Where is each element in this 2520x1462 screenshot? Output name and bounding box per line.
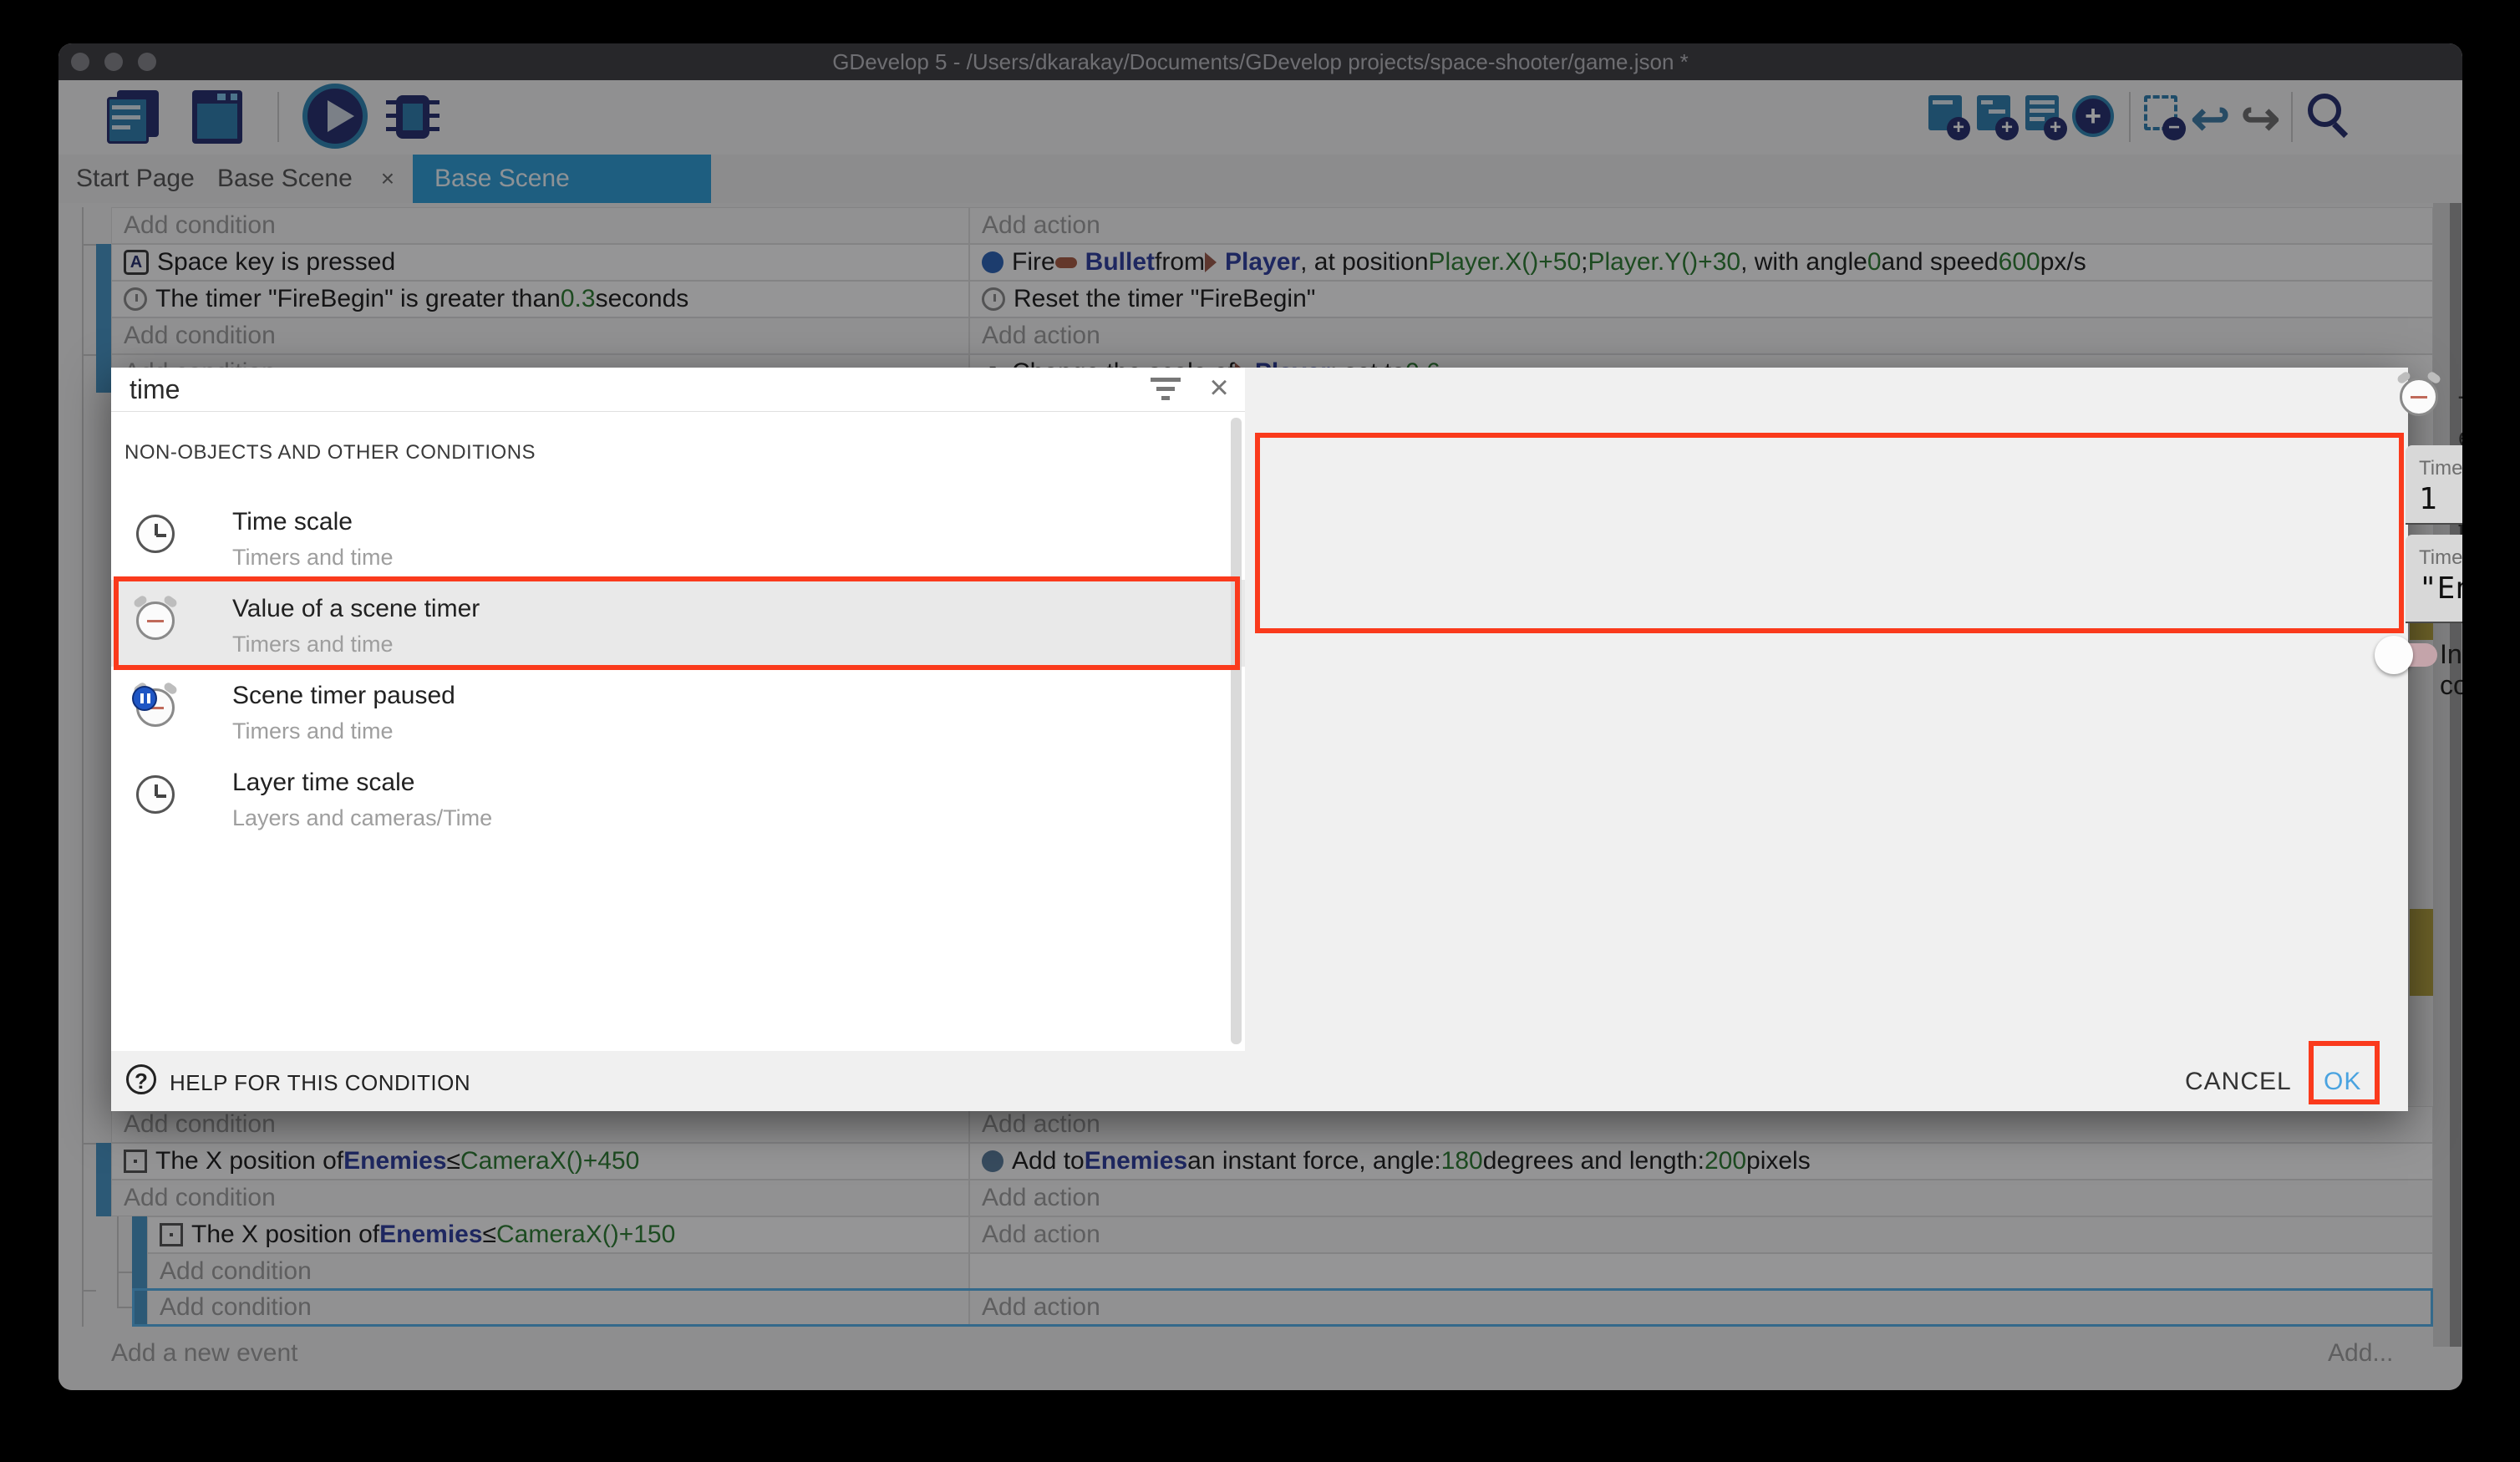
- condition-item-subtitle: Layers and cameras/Time: [232, 805, 492, 831]
- cancel-button[interactable]: CANCEL: [2185, 1068, 2292, 1096]
- field-value[interactable]: "EnemyFire": [2419, 571, 2462, 606]
- invert-toggle-thumb[interactable]: [2375, 636, 2413, 674]
- field-label: Time in seconds: [2419, 457, 2462, 480]
- filter-icon[interactable]: [1147, 374, 1184, 406]
- param-field-timer-name[interactable]: Timer's name"EnemyFire": [2406, 535, 2462, 623]
- dialog-footer: ? HELP FOR THIS CONDITION CANCEL OK: [111, 1051, 2408, 1111]
- invert-condition-label: Invert condition: [2440, 639, 2462, 701]
- condition-item-scene-timer-paused[interactable]: Scene timer paused Timers and time: [111, 667, 1245, 754]
- help-icon[interactable]: ?: [126, 1064, 156, 1094]
- field-value[interactable]: 1: [2419, 482, 2437, 516]
- screen: GDevelop 5 - /Users/dkarakay/Documents/G…: [0, 0, 2520, 1462]
- condition-item-layer-time-scale[interactable]: Layer time scale Layers and cameras/Time: [111, 754, 1245, 840]
- choose-condition-dialog: time × NON-OBJECTS AND OTHER CONDITIONS …: [111, 368, 2408, 1111]
- condition-item-title: Time scale: [232, 508, 353, 536]
- close-icon[interactable]: ×: [1202, 371, 1236, 404]
- annotation-selected-item: [114, 576, 1240, 670]
- annotation-ok: [2309, 1041, 2380, 1104]
- condition-item-title: Layer time scale: [232, 769, 414, 797]
- clock-icon: [136, 515, 180, 558]
- clock-face: [136, 515, 175, 553]
- alarm-pause-face: [136, 688, 175, 727]
- condition-item-subtitle: Timers and time: [232, 718, 394, 744]
- clock-face: [136, 775, 175, 814]
- app-window: GDevelop 5 - /Users/dkarakay/Documents/G…: [58, 43, 2462, 1390]
- annotation-fields: [1255, 433, 2404, 633]
- condition-item-title: Scene timer paused: [232, 682, 455, 710]
- search-input[interactable]: time: [130, 374, 180, 405]
- scrollbar[interactable]: [1231, 418, 1242, 1044]
- condition-item-subtitle: Timers and time: [232, 545, 394, 571]
- alarm-clock-icon: [2400, 378, 2438, 416]
- field-label: Timer's name: [2419, 546, 2462, 570]
- divider: [111, 411, 1245, 412]
- condition-list-pane: time × NON-OBJECTS AND OTHER CONDITIONS …: [111, 368, 1245, 1051]
- pause-badge-icon: [132, 686, 157, 711]
- section-header: NON-OBJECTS AND OTHER CONDITIONS: [124, 441, 536, 464]
- clock-icon: [136, 775, 180, 819]
- help-link[interactable]: HELP FOR THIS CONDITION: [170, 1070, 470, 1096]
- param-field-time-in-seconds[interactable]: Time in seconds1: [2406, 445, 2462, 525]
- alarm-pause-icon: [136, 688, 180, 732]
- condition-item-time-scale[interactable]: Time scale Timers and time: [111, 493, 1245, 580]
